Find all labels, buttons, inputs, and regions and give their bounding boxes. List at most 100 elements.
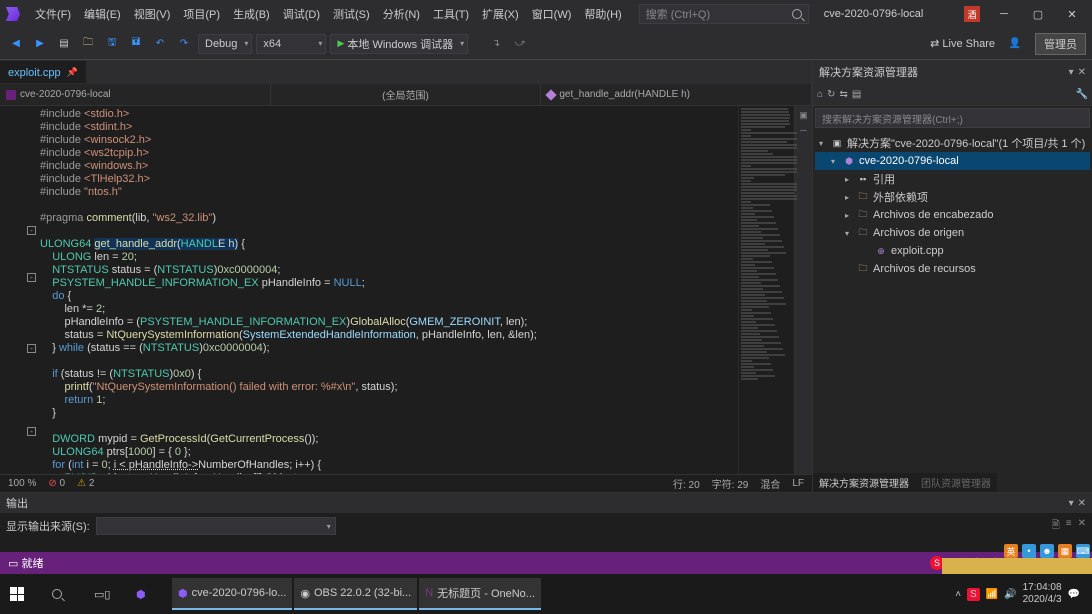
sound-icon[interactable]: 🔊	[1004, 589, 1016, 600]
collapse-icon[interactable]: ▣	[799, 110, 808, 121]
tree-references[interactable]: ▸▪▪引用	[815, 170, 1090, 188]
output-close-icon[interactable]: ✕	[1078, 498, 1086, 509]
refresh-icon[interactable]: ↻	[827, 89, 835, 100]
output-stop-icon[interactable]: ✕	[1078, 518, 1086, 535]
nav-back-icon[interactable]: ◀	[6, 34, 26, 54]
tray-icon[interactable]: •	[1022, 544, 1036, 558]
ime-lang-icon[interactable]: S	[967, 588, 980, 601]
minimap[interactable]	[738, 106, 794, 474]
menu-project[interactable]: 项目(P)	[177, 4, 226, 24]
indent-mode[interactable]: 混合	[760, 476, 780, 491]
tray-icon[interactable]: ☻	[1040, 544, 1054, 558]
menu-file[interactable]: 文件(F)	[29, 4, 77, 24]
nav-scope-project[interactable]: cve-2020-0796-local	[0, 84, 271, 105]
taskbar-app[interactable]: ⬢	[130, 578, 170, 610]
search-button[interactable]	[46, 578, 86, 610]
tree-sources[interactable]: ▾🗀Archivos de origen	[815, 224, 1090, 242]
tray-icon[interactable]: 英	[1004, 544, 1018, 558]
code-editor[interactable]: #include <stdio.h>#include <stdint.h>#in…	[40, 106, 738, 474]
save-icon[interactable]: 🖫	[102, 34, 122, 54]
step-icon[interactable]: ↴	[486, 34, 506, 54]
new-file-icon[interactable]: ▤	[54, 34, 74, 54]
zoom-level[interactable]: 100 %	[8, 478, 36, 489]
file-tab[interactable]: exploit.cpp📌	[0, 61, 86, 83]
folder-icon: 🗀	[857, 191, 869, 203]
tree-project[interactable]: ▾⬢cve-2020-0796-local	[815, 152, 1090, 170]
task-view-button[interactable]: ▭▯	[88, 578, 128, 610]
fold-toggle[interactable]: -	[27, 344, 36, 353]
redo-icon[interactable]: ↷	[174, 34, 194, 54]
save-all-icon[interactable]: 🖬	[126, 34, 146, 54]
home-icon[interactable]: ⌂	[817, 89, 823, 100]
tray-chevron-icon[interactable]: ˄	[955, 589, 961, 600]
output-wrap-icon[interactable]: ≡	[1066, 518, 1072, 535]
menu-tools[interactable]: 工具(T)	[427, 4, 475, 24]
menu-build[interactable]: 生成(B)	[227, 4, 276, 24]
close-button[interactable]: ✕	[1056, 1, 1088, 27]
editor-gutter[interactable]: - - - -	[0, 106, 40, 474]
tray-icon[interactable]: ⌨	[1076, 544, 1090, 558]
tray-icon[interactable]: ▦	[1058, 544, 1072, 558]
output-panel: 输出 ▾✕ 显示输出来源(S): 🗎 ≡ ✕	[0, 492, 1092, 552]
floating-taskband[interactable]	[942, 558, 1092, 574]
cursor-col: 字符: 29	[712, 476, 749, 491]
feedback-icon[interactable]: 👤	[1005, 34, 1025, 54]
line-ending[interactable]: LF	[792, 478, 804, 489]
config-dropdown[interactable]: Debug	[198, 34, 252, 54]
start-button[interactable]	[4, 578, 44, 610]
tree-solution[interactable]: ▾▣解决方案"cve-2020-0796-local"(1 个项目/共 1 个)	[815, 134, 1090, 152]
solution-search[interactable]: 搜索解决方案资源管理器(Ctrl+;)	[815, 108, 1090, 128]
menu-window[interactable]: 窗口(W)	[526, 4, 578, 24]
fold-toggle[interactable]: -	[27, 226, 36, 235]
tab-team-explorer[interactable]: 团队资源管理器	[915, 473, 997, 492]
taskbar-onenote[interactable]: N无标题页 - OneNo...	[419, 578, 541, 610]
tree-headers[interactable]: ▸🗀Archivos de encabezado	[815, 206, 1090, 224]
network-icon[interactable]: 📶	[986, 589, 998, 600]
output-clear-icon[interactable]: 🗎	[1052, 518, 1060, 535]
taskbar-clock[interactable]: 17:04:082020/4/3	[1023, 582, 1062, 606]
ime-indicator[interactable]: 酒	[964, 6, 980, 22]
notification-icon[interactable]: 💬	[1068, 589, 1080, 600]
menu-test[interactable]: 测试(S)	[327, 4, 376, 24]
fold-toggle[interactable]: -	[27, 273, 36, 282]
warning-icon[interactable]: ⚠	[77, 478, 86, 489]
search-icon	[52, 589, 62, 599]
sync-icon[interactable]: ⇆	[839, 89, 847, 100]
nav-fwd-icon[interactable]: ▶	[30, 34, 50, 54]
error-icon[interactable]: ⊘	[48, 478, 56, 489]
step-over-icon[interactable]: ⤻	[510, 34, 530, 54]
panel-menu-icon[interactable]: ▾	[1069, 67, 1074, 78]
properties-icon[interactable]: 🔧	[1076, 89, 1088, 100]
folder-icon: 🗀	[857, 263, 869, 275]
tab-solution-explorer[interactable]: 解决方案资源管理器	[813, 473, 915, 492]
menu-analyze[interactable]: 分析(N)	[377, 4, 426, 24]
expand-icon[interactable]: ─	[800, 125, 806, 135]
show-all-icon[interactable]: ▤	[852, 89, 861, 100]
tree-file-exploit[interactable]: ⊕exploit.cpp	[815, 242, 1090, 260]
menu-view[interactable]: 视图(V)	[128, 4, 177, 24]
minimize-button[interactable]: ─	[988, 1, 1020, 27]
maximize-button[interactable]: ▢	[1022, 1, 1054, 27]
menu-edit[interactable]: 编辑(E)	[78, 4, 127, 24]
taskbar-obs[interactable]: ◉OBS 22.0.2 (32-bi...	[294, 578, 417, 610]
nav-scope-function[interactable]: get_handle_addr(HANDLE h)	[541, 84, 812, 105]
nav-scope-global[interactable]: (全局范围)	[271, 84, 542, 105]
output-pin-icon[interactable]: ▾	[1069, 498, 1074, 509]
panel-close-icon[interactable]: ✕	[1078, 67, 1086, 78]
global-search[interactable]: 搜索 (Ctrl+Q)	[639, 4, 809, 24]
debugger-dropdown[interactable]: ▶ 本地 Windows 调试器	[330, 34, 468, 54]
menu-help[interactable]: 帮助(H)	[578, 4, 627, 24]
platform-dropdown[interactable]: x64	[256, 34, 326, 54]
tree-external[interactable]: ▸🗀外部依赖项	[815, 188, 1090, 206]
menu-debug[interactable]: 调试(D)	[277, 4, 326, 24]
solution-tree[interactable]: ▾▣解决方案"cve-2020-0796-local"(1 个项目/共 1 个)…	[813, 130, 1092, 472]
live-share-button[interactable]: ⇄ Live Share	[930, 37, 995, 50]
fold-toggle[interactable]: -	[27, 427, 36, 436]
menu-extensions[interactable]: 扩展(X)	[476, 4, 525, 24]
output-source-dropdown[interactable]	[96, 517, 336, 535]
taskbar-vs[interactable]: ⬢cve-2020-0796-lo...	[172, 578, 292, 610]
open-icon[interactable]: 🗀	[78, 34, 98, 54]
pin-icon[interactable]: 📌	[67, 67, 78, 78]
undo-icon[interactable]: ↶	[150, 34, 170, 54]
tree-resources[interactable]: 🗀Archivos de recursos	[815, 260, 1090, 278]
